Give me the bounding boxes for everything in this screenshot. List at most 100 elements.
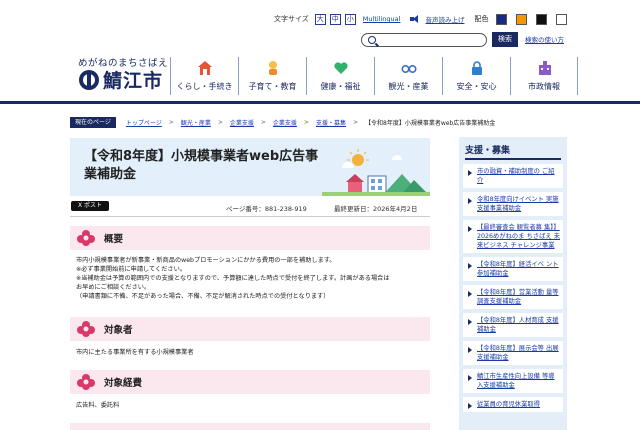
sidebar-list: 市の融資・補助制度の ご紹介 令和8年度向けイベント 実施支援事業補助金 【最終…	[463, 164, 563, 416]
breadcrumb-current-label: 現在のページ	[70, 117, 116, 128]
nav-item-tourism[interactable]: 観光・産業	[374, 57, 442, 95]
color-swatch-white[interactable]	[556, 13, 568, 25]
nav-label: 健康・福祉	[320, 82, 361, 91]
section-heading: 対象経費	[104, 378, 143, 389]
site-logo[interactable]: 鯖江市	[103, 66, 163, 93]
breadcrumb-link[interactable]: 支援・募集	[316, 118, 346, 127]
section-heading-overview: 概要	[70, 226, 430, 250]
header-divider	[0, 101, 640, 104]
child-icon	[269, 61, 277, 75]
sidebar-item[interactable]: 市の融資・補助制度の ご紹介	[463, 164, 563, 188]
sidebar-link[interactable]: 【最終審査会 観覧者募 集】】2026めがねのま ちさばえ 未来ビジネス チャレ…	[477, 223, 560, 250]
text-line: 市内小規模事業者が新事業・新商品のwebプロモーションにかかる費用の一部を補助し…	[76, 257, 336, 264]
sidebar-link[interactable]: 【令和8年度】営業活動 量等調査支援補助金	[477, 288, 560, 306]
sidebar-item[interactable]: 【令和8年度】人材育成 支援補助金	[463, 313, 563, 337]
city-emblem-icon[interactable]	[79, 70, 99, 90]
flower-icon	[77, 374, 95, 390]
font-size-small-button[interactable]: 小	[344, 13, 356, 25]
section-heading-expenses: 対象経費	[70, 370, 430, 394]
section-heading-eligibility: 対象者	[70, 317, 430, 341]
search-input[interactable]	[380, 35, 480, 45]
sidebar-divider	[465, 158, 561, 160]
flower-icon	[77, 230, 95, 246]
search-button[interactable]: 検索	[492, 32, 518, 47]
color-swatch-navy[interactable]	[496, 13, 508, 25]
breadcrumb-link[interactable]: 企業支援	[273, 118, 297, 127]
sidebar-link[interactable]: 鯖江市生産性向上設備 等導入支援補助金	[477, 372, 560, 390]
section-heading: 対象者	[104, 325, 133, 336]
sidebar-heading: 支援・募集	[465, 146, 511, 156]
sidebar-item[interactable]: 鯖江市生産性向上設備 等導入支援補助金	[463, 369, 563, 393]
house-icon	[198, 61, 212, 75]
font-size-large-button[interactable]: 大	[314, 13, 326, 25]
nav-item-safety[interactable]: 安全・安心	[442, 57, 510, 95]
text-line: （申請書類に不備、不足があった場合、不備、不足が解消された時点での受付となります…	[76, 293, 330, 300]
nav-label: 子育て・教育	[248, 82, 297, 91]
text-line: お早めにご相談ください。	[76, 284, 151, 291]
text-line: ※必ず事業開始前に申請してください。	[76, 266, 186, 273]
multilingual-link[interactable]: Multilingual	[363, 15, 401, 23]
breadcrumb-separator: >	[168, 119, 174, 126]
sidebar-item[interactable]: 令和8年度向けイベント 実施支援事業補助金	[463, 192, 563, 216]
sidebar-link[interactable]: 従業員の育児休業取得	[477, 400, 560, 409]
page-number: ページ番号：881-238-919	[226, 205, 307, 213]
section-heading-next	[70, 423, 430, 430]
utility-bar: 文字サイズ 大 中 小 Multilingual 音声読み上げ 配色	[274, 12, 572, 26]
flower-icon	[77, 321, 95, 337]
color-scheme-label: 配色	[474, 15, 489, 23]
sidebar-link[interactable]: 【令和8年度】人材育成 支援補助金	[477, 316, 560, 334]
breadcrumb-link[interactable]: 企業支援	[230, 118, 254, 127]
breadcrumb: 現在のページ トップページ > 観光・産業 > 企業支援 > 企業支援 > 支援…	[70, 117, 495, 128]
font-size-label: 文字サイズ	[274, 15, 309, 23]
sidebar-item[interactable]: 従業員の育児休業取得	[463, 397, 563, 412]
search-icon	[368, 36, 376, 44]
speaker-icon	[410, 15, 420, 23]
breadcrumb-link[interactable]: トップページ	[126, 118, 162, 127]
breadcrumb-separator: >	[217, 119, 223, 126]
sidebar-link[interactable]: 市の融資・補助制度の ご紹介	[477, 167, 560, 185]
lock-icon	[472, 61, 482, 75]
expenses-text: 広告料、委託料	[76, 401, 432, 410]
breadcrumb-separator: >	[260, 119, 266, 126]
breadcrumb-current: 【令和8年度】小規模事業者web広告事業補助金	[365, 120, 496, 127]
nav-item-living[interactable]: くらし・手続き	[170, 57, 238, 95]
last-updated: 最終更新日：2026年4月2日	[334, 205, 418, 213]
color-swatch-orange[interactable]	[516, 13, 528, 25]
color-swatch-black[interactable]	[536, 13, 548, 25]
text-line: ※当補助金は予算の範囲内での支援となりますので、予算額に達した時点で受付を終了し…	[76, 275, 390, 282]
page-title: 【令和8年度】小規模事業者web広告事業補助金	[84, 149, 319, 182]
section-heading: 概要	[104, 234, 124, 245]
sidebar-item[interactable]: 【令和8年度】経活イベ ント参加補助金	[463, 257, 563, 281]
title-illustration	[322, 149, 430, 196]
text-line: 広告料、委託料	[76, 402, 120, 409]
nav-label: 市政情報	[528, 82, 560, 91]
search-box	[361, 33, 487, 47]
eligibility-text: 市内に主たる事業所を有する小規模事業者	[76, 348, 432, 357]
divider	[70, 216, 430, 217]
breadcrumb-separator: >	[303, 119, 309, 126]
nav-item-health[interactable]: 健康・福祉	[306, 57, 374, 95]
building-icon	[539, 61, 551, 75]
sidebar: 支援・募集 市の融資・補助制度の ご紹介 令和8年度向けイベント 実施支援事業補…	[459, 137, 567, 430]
nav-item-citygov[interactable]: 市政情報	[510, 57, 578, 95]
nav-item-childcare[interactable]: 子育て・教育	[238, 57, 306, 95]
sidebar-item[interactable]: 【令和8年度】展示会等 出展支援補助金	[463, 341, 563, 365]
text-line: 市内に主たる事業所を有する小規模事業者	[76, 349, 194, 356]
nav-label: くらし・手続き	[176, 82, 233, 91]
overview-text: 市内小規模事業者が新事業・新商品のwebプロモーションにかかる費用の一部を補助し…	[76, 256, 432, 301]
sidebar-item[interactable]: 【令和8年度】営業活動 量等調査支援補助金	[463, 285, 563, 309]
breadcrumb-link[interactable]: 観光・産業	[181, 118, 211, 127]
sidebar-link[interactable]: 【令和8年度】経活イベ ント参加補助金	[477, 260, 560, 278]
heart-icon	[334, 62, 348, 74]
search-help-link[interactable]: 検索の使い方	[525, 34, 564, 44]
read-aloud-link[interactable]: 音声読み上げ	[425, 14, 464, 24]
font-size-medium-button[interactable]: 中	[329, 13, 341, 25]
sidebar-link[interactable]: 【令和8年度】展示会等 出展支援補助金	[477, 344, 560, 362]
sidebar-item[interactable]: 【最終審査会 観覧者募 集】】2026めがねのま ちさばえ 未来ビジネス チャレ…	[463, 220, 563, 253]
breadcrumb-separator: >	[352, 119, 358, 126]
x-post-button[interactable]: X ポスト	[71, 201, 109, 211]
global-nav: くらし・手続き 子育て・教育 健康・福祉 観光・産業 安全・安心 市政情報	[170, 57, 578, 95]
nav-label: 観光・産業	[388, 82, 429, 91]
nav-label: 安全・安心	[456, 82, 497, 91]
sidebar-link[interactable]: 令和8年度向けイベント 実施支援事業補助金	[477, 195, 560, 213]
